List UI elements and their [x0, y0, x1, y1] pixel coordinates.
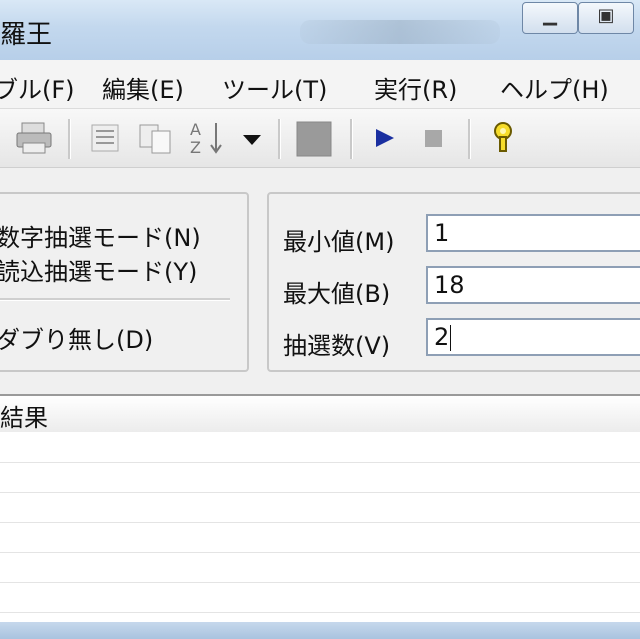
number-lottery-mode-option[interactable]: 数字抽選モード(N) — [0, 218, 201, 253]
menu-edit[interactable]: 編集(E) — [102, 70, 184, 105]
dropdown-arrow-icon[interactable] — [240, 119, 264, 157]
stop-square-icon[interactable] — [294, 119, 334, 157]
window-bottom-border — [0, 622, 640, 639]
title-bar: 羅王 ▁ ▣ — [0, 0, 640, 61]
toolbar-separator — [278, 119, 281, 159]
result-list-header[interactable]: 結果 — [0, 394, 640, 434]
options-divider — [0, 298, 230, 301]
draw-count-label: 抽選数(V) — [283, 332, 391, 360]
min-value-input[interactable]: 1 — [426, 214, 640, 252]
copy-icon[interactable] — [136, 119, 176, 157]
no-duplicates-option[interactable]: ダブり無し(D) — [0, 320, 153, 355]
minimize-icon: ▁ — [543, 5, 557, 26]
toolbar: A Z — [0, 109, 640, 168]
toolbar-separator — [68, 119, 71, 159]
draw-count-value: 2 — [434, 323, 450, 351]
window-title: 羅王 — [0, 20, 53, 50]
max-value-label: 最大値(B) — [283, 280, 391, 308]
sort-icon[interactable]: A Z — [188, 119, 232, 157]
draw-count-input[interactable]: 2 — [426, 318, 640, 356]
load-lottery-mode-option[interactable]: 読込抽選モード(Y) — [0, 252, 197, 287]
print-icon[interactable] — [14, 119, 54, 157]
toolbar-separator — [350, 119, 353, 159]
help-icon[interactable] — [486, 119, 520, 157]
maximize-button[interactable]: ▣ — [578, 2, 634, 34]
list-row-line — [0, 582, 640, 583]
list-icon[interactable] — [88, 119, 122, 157]
svg-text:A: A — [190, 120, 201, 139]
list-row-line — [0, 462, 640, 463]
menu-tools[interactable]: ツール(T) — [222, 70, 327, 105]
list-row-line — [0, 522, 640, 523]
list-row-line — [0, 492, 640, 493]
menu-file[interactable]: ブル(F) — [0, 70, 75, 105]
menu-run[interactable]: 実行(R) — [374, 70, 457, 105]
max-value-input[interactable]: 18 — [426, 266, 640, 304]
title-bar-background — [300, 20, 500, 44]
list-row-line — [0, 552, 640, 553]
list-row-line — [0, 612, 640, 613]
menu-help[interactable]: ヘルプ(H) — [500, 70, 609, 105]
menu-bar: ブル(F) 編集(E) ツール(T) 実行(R) ヘルプ(H) — [0, 60, 640, 109]
minimize-button[interactable]: ▁ — [522, 2, 578, 34]
svg-text:Z: Z — [190, 138, 201, 157]
result-list[interactable] — [0, 432, 640, 622]
text-cursor — [450, 325, 452, 351]
play-icon[interactable] — [370, 119, 400, 157]
toolbar-separator — [468, 119, 471, 159]
min-value-label: 最小値(M) — [283, 228, 395, 256]
stop-icon[interactable] — [420, 119, 448, 157]
result-column-title: 結果 — [0, 404, 48, 432]
maximize-icon: ▣ — [597, 5, 615, 26]
